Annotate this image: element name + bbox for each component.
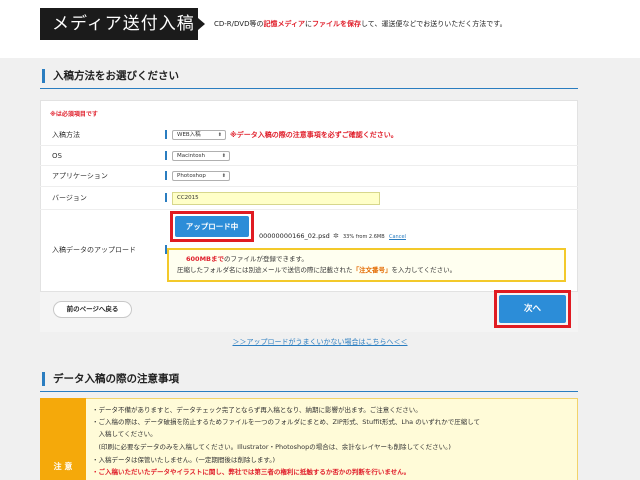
title-arrow-decoration: [198, 18, 205, 30]
upload-button[interactable]: アップロード中: [175, 216, 249, 237]
description-highlight-media: 記憶メディア: [263, 20, 305, 28]
method-label: 入稿方法: [52, 131, 80, 139]
back-button[interactable]: 前のページへ戻る: [53, 301, 132, 318]
loading-spinner-icon: ✲: [333, 232, 339, 240]
notes-side-label: 注 意: [53, 462, 73, 471]
version-required-marker: [165, 193, 167, 202]
description-highlight-save: ファイルを保存: [312, 20, 361, 28]
row-divider: [40, 165, 578, 166]
upload-progress-text: 33% from 2.6MB: [343, 234, 385, 240]
note-line-warning: ・ご入稿いただいたデータやイラストに関し、弊社では第三者の権利に抵触するか否かの…: [92, 468, 411, 476]
cancel-upload-link[interactable]: Cancel: [389, 233, 406, 241]
chevron-updown-icon: ⬍: [221, 173, 226, 179]
upload-trouble-link[interactable]: ＞＞アップロードがうまくいかない場合はこちらへ＜＜: [0, 337, 640, 347]
chevron-updown-icon: ⬍: [221, 153, 226, 159]
method-required-marker: [165, 130, 167, 139]
note-line: (印刷に必要なデータのみを入稿してください。Illustrator・Photos…: [92, 443, 451, 451]
application-required-marker: [165, 171, 167, 180]
method-select-value: WEB入稿: [177, 132, 201, 138]
note-line: ・データ不備がありますと、データチェック完了とならず再入稿となり、納期に影響が出…: [92, 406, 422, 414]
description-suffix: して、運送便などでお送りいただく方法です。: [361, 20, 507, 28]
note-line: 入稿してください。: [92, 430, 157, 438]
order-number-text: 「注文番号」: [352, 266, 392, 274]
os-required-marker: [165, 151, 167, 160]
method-warning: ※データ入稿の際の注意事項を必ずご確認ください。: [230, 131, 398, 139]
version-input[interactable]: CC2015: [172, 192, 380, 205]
description-mid: に: [305, 20, 312, 28]
upload-info-size: 600MBまでのファイルが登録できます。: [186, 254, 308, 264]
folder-note-prefix: 圧縮したフォルダ名には別途メールで送信の際に記載された: [177, 266, 353, 274]
upload-label: 入稿データのアップロード: [52, 246, 136, 254]
description-prefix: CD-R/DVD等の: [214, 20, 264, 28]
chevron-updown-icon: ⬍: [217, 132, 222, 138]
note-line: ・入稿データは保管いたしません。(一定期間後は削除します。): [92, 456, 275, 464]
note-line: ・ご入稿の際は、データ破損を防止するためファイルを一つのフォルダにまとめ、ZIP…: [92, 418, 481, 426]
section-method-heading: 入稿方法をお選びください: [42, 69, 179, 83]
row-divider: [40, 209, 578, 210]
application-select-value: Photoshop: [177, 173, 206, 179]
next-button[interactable]: 次へ: [499, 295, 566, 323]
section-notes-rule: [40, 391, 578, 392]
section-notes-heading: データ入稿の際の注意事項: [42, 372, 179, 386]
page-description: CD-R/DVD等の記憶メディアにファイルを保存して、運送便などでお送りいただく…: [214, 18, 507, 30]
required-note: ※は必須項目です: [50, 111, 98, 118]
version-label: バージョン: [52, 194, 87, 202]
row-divider: [40, 186, 578, 187]
upload-size-text: のファイルが登録できます。: [224, 255, 308, 263]
method-select[interactable]: WEB入稿 ⬍: [172, 130, 226, 140]
os-select[interactable]: Macintosh ⬍: [172, 151, 230, 161]
section-method-rule: [40, 88, 578, 89]
os-label: OS: [52, 152, 62, 160]
folder-note-suffix: を入力してください。: [391, 266, 457, 274]
page-title: メディア送付入稿: [40, 8, 198, 40]
upload-file-name: 00000000166_02.psd: [259, 232, 330, 240]
row-divider: [40, 145, 578, 146]
upload-size-limit: 600MBまで: [186, 255, 224, 263]
upload-info-folder: 圧縮したフォルダ名には別途メールで送信の際に記載された「注文番号」を入力してくだ…: [177, 265, 456, 275]
os-select-value: Macintosh: [177, 153, 206, 159]
application-label: アプリケーション: [52, 172, 108, 180]
application-select[interactable]: Photoshop ⬍: [172, 171, 230, 181]
